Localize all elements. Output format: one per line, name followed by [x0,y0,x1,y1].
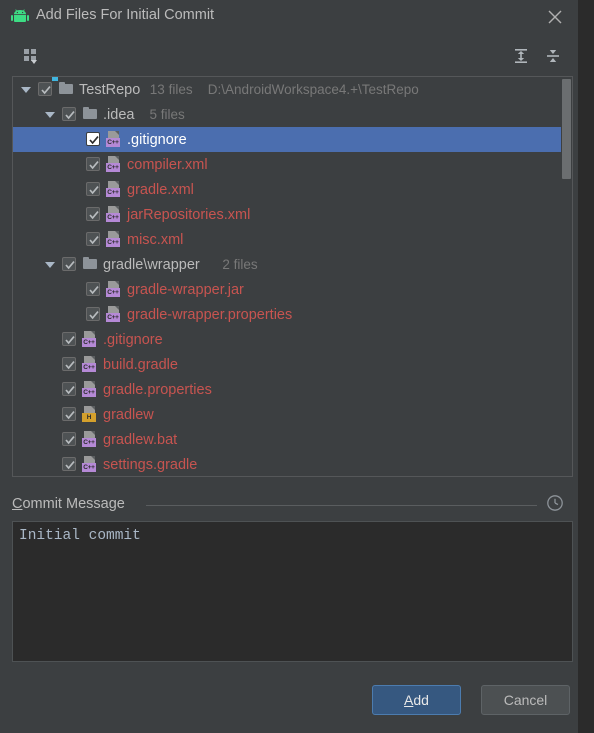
cancel-button[interactable]: Cancel [481,685,570,715]
tree-row-label: .gitignore [127,131,187,148]
tree-row-checkbox[interactable] [86,232,100,246]
tree-row[interactable]: C++ gradle-wrapper.jar [13,277,561,302]
tree-row[interactable]: C++ build.gradle [13,352,561,377]
tree-row[interactable]: C++ gradle.properties [13,377,561,402]
file-tree-panel[interactable]: TestRepo 13 files D:\AndroidWorkspace4.+\T… [12,76,573,477]
close-icon[interactable] [542,5,568,29]
file-icon: C++ [82,381,98,397]
file-icon: C++ [82,331,98,347]
commit-message-input[interactable] [12,521,573,662]
commit-message-label: Commit Message [12,496,125,512]
add-button[interactable]: Add [372,685,461,715]
tree-row-checkbox[interactable] [86,132,100,146]
tree-row[interactable]: C++ compiler.xml [13,152,561,177]
tree-row-label: TestRepo [79,81,141,98]
tree-row-label: gradle\wrapper [103,256,200,273]
tree-row[interactable]: C++ settings.gradle [13,452,561,476]
tree-row-checkbox[interactable] [62,257,76,271]
tree-row-checkbox[interactable] [62,382,76,396]
add-files-dialog: Add Files For Initial Commit TestRepo 13… [0,0,578,733]
tree-row-label: gradle.xml [127,181,194,198]
file-icon: H [82,406,98,422]
tree-row-file-count: 2 files [222,257,258,272]
window-edge [578,0,594,733]
collapse-all-icon[interactable] [538,41,568,71]
file-icon: C++ [82,431,98,447]
folder-icon [52,77,74,97]
tree-row[interactable]: C++ gradlew.bat [13,427,561,452]
tree-row-label: gradle.properties [103,381,212,398]
tree-row-checkbox[interactable] [38,82,52,96]
tree-row[interactable]: Hgradlew [13,402,561,427]
folder-icon [82,256,98,272]
tree-row-file-count: 13 files [149,82,193,97]
tree-row[interactable]: .idea 5 files [13,102,561,127]
tree-row-checkbox[interactable] [62,107,76,121]
file-icon: C++ [106,306,122,322]
tree-row[interactable]: gradle\wrapper 2 files [13,252,561,277]
file-icon: C++ [106,281,122,297]
tree-row-label: .idea [103,106,135,123]
tree-row-label: gradle-wrapper.properties [127,306,293,323]
tree-row[interactable]: C++ .gitignore [13,127,561,152]
tree-row-label: gradlew.bat [103,431,178,448]
tree-row[interactable]: C++ gradle-wrapper.properties [13,302,561,327]
tree-row-label: build.gradle [103,356,178,373]
dialog-title: Add Files For Initial Commit [36,7,215,23]
file-icon: C++ [106,231,122,247]
tree-row-label: .gitignore [103,331,163,348]
file-icon: C++ [106,156,122,172]
file-icon: C++ [82,356,98,372]
tree-row[interactable]: C++ jarRepositories.xml [13,202,561,227]
add-button-rest: dd [413,692,429,708]
tree-row-checkbox[interactable] [86,282,100,296]
tree-row-checkbox[interactable] [86,307,100,321]
commit-label-rest: ommit Message [22,496,125,512]
tree-row-checkbox[interactable] [86,157,100,171]
tree-row-path: D:\AndroidWorkspace4.+\TestRepo [207,82,419,97]
tree-row[interactable]: TestRepo 13 files D:\AndroidWorkspace4.+\T… [13,77,561,102]
file-icon: C++ [82,456,98,472]
file-icon: C++ [106,131,122,147]
tree-toolbar [0,38,578,76]
commit-label-mnemonic: C [12,496,23,512]
tree-row[interactable]: C++ .gitignore [13,327,561,352]
tree-row[interactable]: C++ gradle.xml [13,177,561,202]
tree-row-checkbox[interactable] [62,332,76,346]
file-icon: C++ [106,181,122,197]
add-button-mnemonic: A [404,692,414,708]
dialog-titlebar: Add Files For Initial Commit [0,0,578,34]
group-by-icon[interactable] [16,41,46,71]
android-icon [11,9,29,23]
tree-row-checkbox[interactable] [62,432,76,446]
tree-row-checkbox[interactable] [62,457,76,471]
expand-all-icon[interactable] [506,41,536,71]
tree-row-label: jarRepositories.xml [127,206,251,223]
chevron-down-icon[interactable] [43,102,57,127]
tree-row-label: compiler.xml [127,156,208,173]
folder-icon [82,106,98,122]
tree-row-checkbox[interactable] [62,407,76,421]
file-icon: C++ [106,206,122,222]
chevron-down-icon[interactable] [19,77,33,102]
chevron-down-icon[interactable] [43,252,57,277]
commit-label-divider [146,505,537,506]
tree-scrollbar-thumb[interactable] [562,79,571,179]
tree-row-label: misc.xml [127,231,184,248]
tree-row-label: gradle-wrapper.jar [127,281,244,298]
tree-row[interactable]: C++ misc.xml [13,227,561,252]
tree-row-label: settings.gradle [103,456,198,473]
tree-row-label: gradlew [103,406,154,423]
tree-row-file-count: 5 files [149,107,185,122]
tree-scrollbar[interactable] [561,77,572,476]
tree-row-checkbox[interactable] [62,357,76,371]
clock-icon[interactable] [546,494,564,512]
tree-row-checkbox[interactable] [86,182,100,196]
file-tree-rows: TestRepo 13 files D:\AndroidWorkspace4.+\T… [13,77,561,476]
tree-row-checkbox[interactable] [86,207,100,221]
